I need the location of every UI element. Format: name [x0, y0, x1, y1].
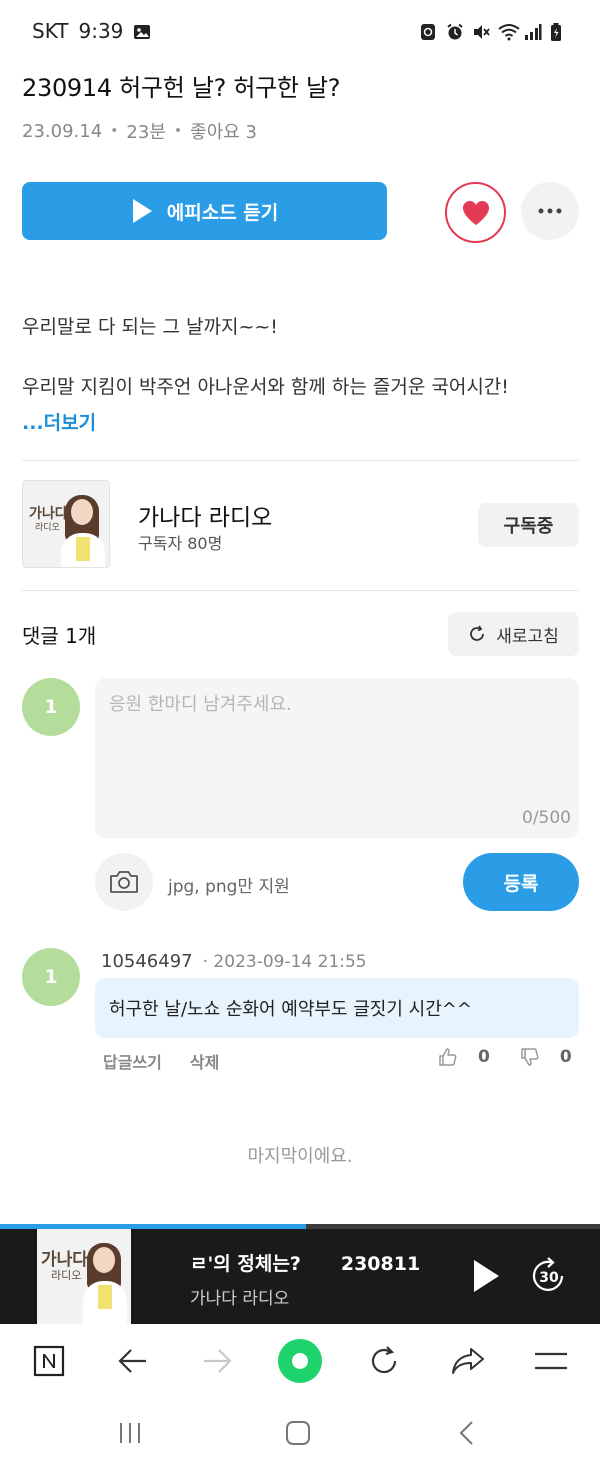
thumbs-up-icon: [439, 1048, 457, 1066]
arrow-left-icon: [118, 1349, 146, 1373]
subscriber-count: 구독자 80명: [138, 534, 223, 553]
browser-toolbar: [0, 1324, 600, 1399]
comment-reactions: 0 0: [438, 1047, 572, 1067]
battery-icon: [550, 22, 568, 41]
refresh-icon: [470, 625, 485, 641]
player-play-button[interactable]: [472, 1259, 504, 1295]
refresh-button[interactable]: 새로고침: [448, 612, 579, 656]
clock: 9:39: [78, 19, 124, 43]
thumb-subtitle: 라디오: [35, 523, 60, 533]
description-line: 우리말로 다 되는 그 날까지~~!: [22, 316, 278, 338]
home-button[interactable]: [280, 1417, 316, 1449]
mini-player[interactable]: 가나다 라디오 ㄹ'의 정체는? 230811 가나다 라디오 30: [0, 1229, 600, 1324]
track-title: ㄹ'의 정체는?: [190, 1253, 301, 1275]
share-button[interactable]: [448, 1341, 488, 1381]
skip-forward-icon: 30: [532, 1257, 564, 1291]
skip-label: 30: [539, 1270, 559, 1286]
menu-button[interactable]: [531, 1341, 571, 1381]
thumb-subtitle: 라디오: [51, 1269, 82, 1282]
share-icon: [452, 1348, 484, 1374]
episode-likes: 좋아요 3: [190, 122, 258, 143]
play-episode-button[interactable]: 에피소드 듣기: [22, 182, 387, 240]
char-counter: 0/500: [522, 808, 571, 828]
expand-description-link[interactable]: ...더보기: [22, 408, 96, 435]
reload-icon: [371, 1346, 397, 1374]
player-track-title: ㄹ'의 정체는? 230811: [190, 1249, 420, 1276]
track-number: 230811: [340, 1253, 421, 1275]
commenter-avatar: 1: [22, 948, 80, 1006]
recent-apps-button[interactable]: [112, 1417, 148, 1449]
description-line: 우리말 지킴이 박주언 아나운서와 함께 하는 즐거운 국어시간!: [22, 376, 509, 398]
recent-apps-icon: [120, 1423, 140, 1443]
wifi-icon: [498, 22, 520, 41]
episode-title: 230914 허구헌 날? 허구한 날?: [22, 74, 341, 102]
recycle-icon: [420, 22, 438, 40]
episode-meta: 23.09.14 • 23분 • 좋아요 3: [22, 118, 257, 144]
signal-icon: [524, 22, 542, 40]
reload-button[interactable]: [364, 1341, 404, 1381]
gallery-icon: [133, 22, 151, 40]
alarm-icon: [446, 22, 464, 40]
ellipsis-icon: [538, 208, 562, 214]
camera-icon: [110, 871, 138, 893]
play-episode-label: 에피소드 듣기: [166, 201, 279, 224]
play-icon: [474, 1260, 499, 1292]
status-bar: SKT 9:39: [0, 0, 600, 62]
carrier-label: SKT: [32, 19, 69, 43]
my-avatar: 1: [22, 678, 80, 736]
image-format-hint: jpg, png만 지원: [168, 877, 290, 897]
channel-thumbnail[interactable]: 가나다 라디오: [22, 480, 110, 568]
naver-home-button[interactable]: [29, 1341, 69, 1381]
player-thumbnail: 가나다 라디오: [37, 1229, 131, 1324]
comment-username: 10546497: [101, 951, 193, 972]
home-icon: [286, 1421, 310, 1445]
system-navigation-bar: [0, 1399, 600, 1467]
hamburger-icon: [535, 1352, 567, 1370]
skip-forward-button[interactable]: 30: [529, 1256, 569, 1296]
comment-input[interactable]: [109, 690, 565, 790]
episode-duration: 23분: [126, 122, 166, 143]
chevron-left-icon: [459, 1421, 473, 1445]
comment-actions: 답글쓰기 삭제: [103, 1049, 219, 1073]
meta-separator: •: [173, 123, 183, 139]
dislike-comment-button[interactable]: 0: [520, 1047, 572, 1067]
player-channel-name: 가나다 라디오: [190, 1289, 290, 1309]
more-options-button[interactable]: [521, 182, 579, 240]
thumbs-down-icon: [521, 1048, 539, 1066]
channel-name[interactable]: 가나다 라디오: [138, 498, 272, 532]
divider: [22, 460, 579, 461]
submit-comment-button[interactable]: 등록: [463, 853, 579, 911]
divider: [22, 590, 579, 591]
reply-button[interactable]: 답글쓰기: [103, 1049, 162, 1073]
subscribe-button[interactable]: 구독중: [478, 503, 579, 547]
heart-icon: [462, 200, 489, 225]
arrow-right-icon: [204, 1349, 232, 1373]
delete-button[interactable]: 삭제: [190, 1049, 219, 1073]
like-comment-button[interactable]: 0: [438, 1047, 490, 1067]
green-dot-button[interactable]: [276, 1337, 324, 1385]
comments-count: 댓글 1개: [22, 624, 97, 648]
dislike-count: 0: [559, 1047, 572, 1067]
like-count: 0: [478, 1047, 490, 1067]
comment-date: · 2023-09-14 21:55: [202, 952, 367, 972]
green-dot-icon: [278, 1339, 322, 1383]
episode-date: 23.09.14: [22, 120, 103, 142]
play-icon: [132, 199, 152, 223]
comment-meta: 10546497 · 2023-09-14 21:55: [101, 951, 367, 972]
system-back-button[interactable]: [448, 1417, 484, 1449]
attach-image-button[interactable]: [95, 853, 153, 911]
comment-composer: 0/500: [95, 678, 579, 838]
mute-icon: [472, 22, 490, 40]
meta-separator: •: [110, 123, 119, 139]
like-button[interactable]: [445, 182, 506, 243]
naver-n-icon: [33, 1345, 65, 1377]
comment-text: 허구한 날/노쇼 순화어 예약부도 글짓기 시간^^: [95, 978, 579, 1038]
back-button[interactable]: [113, 1341, 153, 1381]
end-of-list-label: 마지막이에요.: [247, 1146, 353, 1167]
forward-button[interactable]: [197, 1341, 237, 1381]
refresh-label: 새로고침: [496, 626, 559, 647]
